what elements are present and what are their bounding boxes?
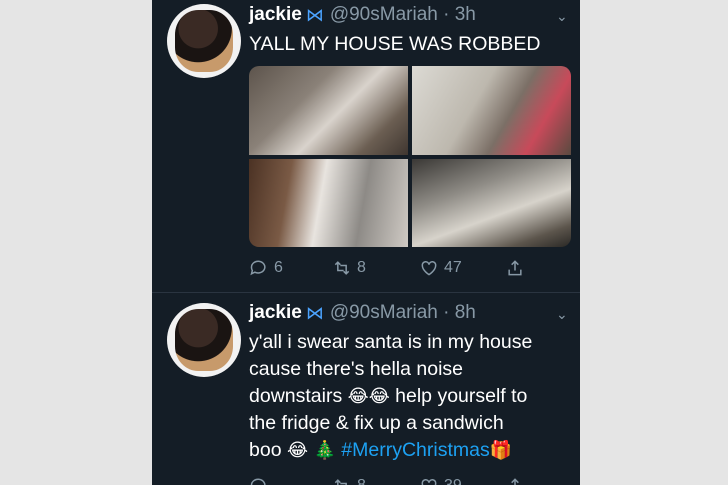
timestamp[interactable]: · 8h [443, 302, 476, 323]
laughing-emoji: 😂 [347, 386, 369, 406]
retweet-button[interactable]: 8 [332, 258, 366, 278]
text-segment: boo [249, 439, 282, 461]
handle[interactable]: @90sMariah [330, 4, 438, 25]
divider [152, 292, 580, 293]
christmas-tree-emoji: 🎄 [313, 440, 336, 460]
butterfly-icon: ⋈ [305, 303, 324, 323]
butterfly-icon: ⋈ [305, 5, 324, 25]
tweet-header: jackie ⋈ @90sMariah · 3h [249, 4, 476, 26]
photo-3[interactable] [249, 159, 408, 247]
text-line: boo 😂 🎄 #MerryChristmas🎁 [249, 437, 571, 464]
like-button[interactable]: 39 [419, 476, 462, 485]
tweet-header: jackie ⋈ @90sMariah · 8h [249, 302, 476, 324]
tweet[interactable]: jackie ⋈ @90sMariah · 3h ⌄ YALL MY HOUSE W… [152, 0, 580, 290]
avatar[interactable] [167, 303, 241, 377]
reply-count: 6 [274, 259, 283, 276]
heart-icon [421, 478, 437, 485]
media-grid [249, 66, 571, 247]
photo-1[interactable] [249, 66, 408, 155]
retweet-count: 8 [357, 259, 366, 276]
heart-icon [421, 260, 437, 276]
avatar-photo [175, 309, 233, 371]
like-count: 47 [444, 259, 462, 276]
laughing-emoji: 😂 [368, 386, 390, 406]
tweet-actions: 6 8 47 [249, 258, 571, 282]
laughing-emoji: 😂 [286, 440, 309, 460]
text-segment: help yourself to [395, 385, 528, 407]
text-line: cause there's hella noise [249, 358, 464, 380]
share-button[interactable] [505, 258, 525, 278]
share-button[interactable] [505, 476, 525, 485]
text-line: y'all i swear santa is in my house [249, 331, 533, 353]
photo-4[interactable] [412, 159, 571, 247]
like-button[interactable]: 47 [419, 258, 462, 278]
text-segment: downstairs [249, 385, 343, 407]
avatar[interactable] [167, 4, 241, 78]
tweet-actions: 8 39 [249, 476, 571, 485]
avatar-photo [175, 10, 233, 72]
tweet[interactable]: jackie ⋈ @90sMariah · 8h ⌄ y'all i swear s… [152, 294, 580, 485]
tweet-text: YALL MY HOUSE WAS ROBBED [249, 33, 541, 55]
reply-icon [250, 478, 266, 485]
gift-emoji: 🎁 [489, 440, 513, 460]
reply-icon [250, 260, 266, 276]
reply-button[interactable] [249, 476, 274, 485]
reply-button[interactable]: 6 [249, 258, 283, 278]
timestamp[interactable]: · 3h [443, 4, 476, 25]
hashtag-link[interactable]: #MerryChristmas [341, 439, 489, 461]
like-count: 39 [444, 477, 462, 485]
display-name[interactable]: jackie [249, 4, 302, 25]
share-icon [511, 478, 519, 485]
text-line: downstairs 😂😂 help yourself to [249, 383, 571, 410]
photo-2[interactable] [412, 66, 571, 155]
text-line: the fridge & fix up a sandwich [249, 412, 504, 434]
retweet-icon [334, 479, 347, 485]
display-name[interactable]: jackie [249, 302, 302, 323]
chevron-down-icon[interactable]: ⌄ [556, 8, 568, 25]
handle[interactable]: @90sMariah [330, 302, 438, 323]
timeline-feed: jackie ⋈ @90sMariah · 3h ⌄ YALL MY HOUSE W… [152, 0, 580, 485]
tweet-text: y'all i swear santa is in my house cause… [249, 329, 571, 464]
chevron-down-icon[interactable]: ⌄ [556, 306, 568, 323]
retweet-icon [334, 261, 350, 275]
retweet-button[interactable]: 8 [332, 476, 366, 485]
share-icon [508, 260, 522, 276]
retweet-count: 8 [357, 477, 366, 485]
